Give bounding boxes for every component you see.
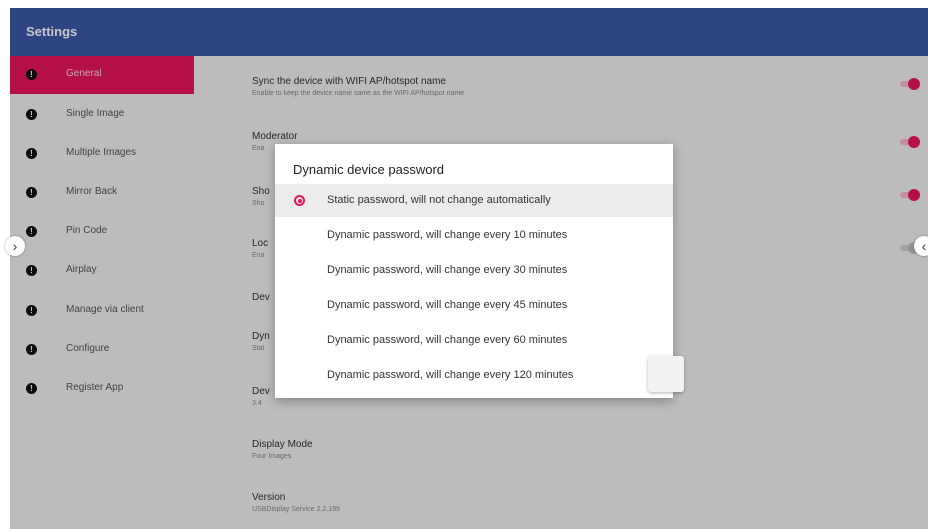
option-dynamic-120[interactable]: Dynamic password, will change every 120 … [275,359,673,392]
chevron-left-icon[interactable]: ‹ [914,236,928,256]
radio-icon [294,335,305,346]
option-dynamic-45[interactable]: Dynamic password, will change every 45 m… [275,289,673,322]
floating-scroll-handle[interactable] [648,356,684,392]
option-label: Static password, will not change automat… [327,194,551,206]
option-label: Dynamic password, will change every 120 … [327,369,574,381]
option-label: Dynamic password, will change every 45 m… [327,299,568,311]
radio-icon [294,230,305,241]
option-dynamic-30[interactable]: Dynamic password, will change every 30 m… [275,254,673,287]
radio-icon [294,300,305,311]
radio-selected-icon [294,195,305,206]
option-dynamic-60[interactable]: Dynamic password, will change every 60 m… [275,324,673,357]
radio-icon [294,370,305,381]
option-dynamic-10[interactable]: Dynamic password, will change every 10 m… [275,219,673,252]
password-dialog: Dynamic device password Static password,… [275,144,673,398]
option-label: Dynamic password, will change every 10 m… [327,229,568,241]
dialog-title: Dynamic device password [293,162,445,177]
chevron-right-icon[interactable]: › [5,236,25,256]
option-label: Dynamic password, will change every 60 m… [327,334,568,346]
radio-icon [294,265,305,276]
option-label: Dynamic password, will change every 30 m… [327,264,568,276]
option-static-password[interactable]: Static password, will not change automat… [275,184,673,217]
